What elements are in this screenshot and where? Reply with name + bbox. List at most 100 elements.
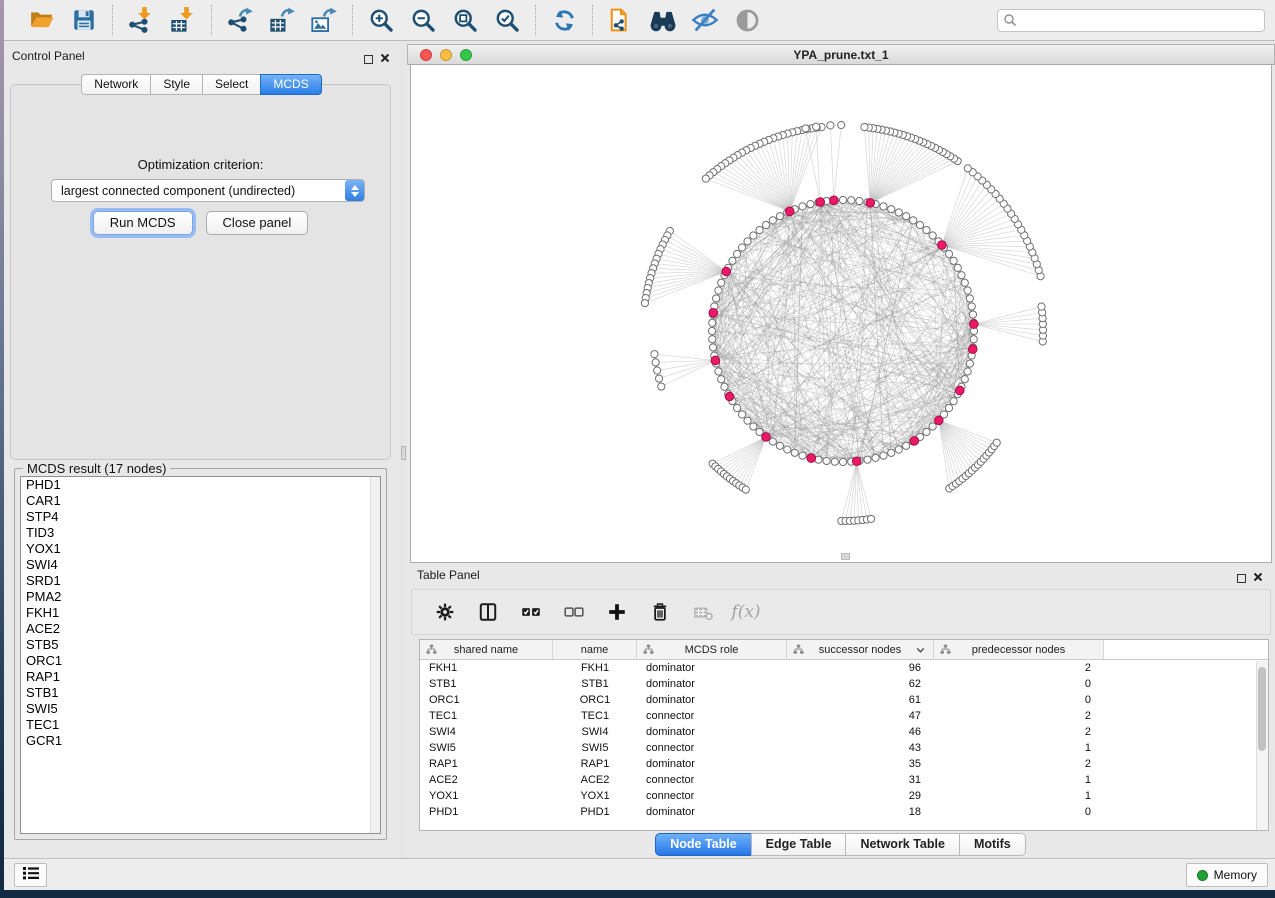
table-row[interactable]: SWI5SWI5connector431 — [420, 740, 1268, 756]
mcds-result-item[interactable]: STB5 — [21, 637, 380, 653]
graph-mcds-hub-node[interactable] — [955, 386, 964, 395]
table-row[interactable]: ORC1ORC1dominator610 — [420, 692, 1268, 708]
graph-ring-node[interactable] — [864, 456, 871, 463]
graph-ring-node[interactable] — [848, 197, 855, 204]
graph-ring-node[interactable] — [895, 209, 902, 216]
tab-mcds[interactable]: MCDS — [260, 74, 321, 95]
graph-ring-node[interactable] — [961, 279, 968, 286]
graph-ring-node[interactable] — [738, 244, 745, 251]
tab-style[interactable]: Style — [150, 74, 203, 95]
mcds-list-scrollbar[interactable] — [370, 477, 380, 833]
graph-leaf-node[interactable] — [1038, 303, 1045, 310]
add-icon[interactable] — [606, 601, 628, 623]
run-mcds-button[interactable]: Run MCDS — [93, 211, 193, 235]
graph-ring-node[interactable] — [923, 226, 930, 233]
graph-ring-node[interactable] — [784, 446, 791, 453]
columns-icon[interactable] — [477, 601, 499, 623]
mcds-result-list[interactable]: PHD1CAR1STP4TID3YOX1SWI4SRD1PMA2FKH1ACE2… — [20, 476, 381, 834]
network-graph[interactable] — [411, 65, 1275, 563]
export-table-icon[interactable] — [266, 5, 298, 35]
graph-ring-node[interactable] — [756, 226, 763, 233]
graph-ring-node[interactable] — [880, 452, 887, 459]
graph-ring-node[interactable] — [923, 428, 930, 435]
save-session-icon[interactable] — [68, 5, 100, 35]
network-canvas[interactable] — [410, 65, 1272, 563]
graph-ring-node[interactable] — [950, 257, 957, 264]
canvas-splitter-grip-icon[interactable] — [841, 553, 850, 560]
graph-mcds-hub-node[interactable] — [725, 392, 734, 401]
graph-leaf-node[interactable] — [742, 486, 749, 493]
graph-ring-node[interactable] — [945, 404, 952, 411]
graph-ring-node[interactable] — [950, 398, 957, 405]
graph-leaf-node[interactable] — [658, 383, 665, 390]
graph-ring-node[interactable] — [839, 196, 846, 203]
mcds-result-item[interactable]: TID3 — [21, 525, 380, 541]
mcds-result-item[interactable]: SRD1 — [21, 573, 380, 589]
graph-ring-node[interactable] — [713, 295, 720, 302]
graph-ring-node[interactable] — [715, 287, 722, 294]
graph-ring-node[interactable] — [964, 287, 971, 294]
graph-leaf-node[interactable] — [652, 359, 659, 366]
column-header-name[interactable]: name — [553, 640, 637, 660]
graph-leaf-node[interactable] — [964, 165, 971, 172]
graph-leaf-node[interactable] — [651, 351, 658, 358]
graph-ring-node[interactable] — [969, 311, 976, 318]
select-all-icon[interactable] — [520, 601, 542, 623]
tab-network[interactable]: Network — [81, 74, 151, 95]
graph-mcds-hub-node[interactable] — [722, 267, 731, 276]
graph-mcds-hub-node[interactable] — [910, 437, 919, 446]
graph-leaf-node[interactable] — [861, 124, 868, 131]
table-row[interactable]: TEC1TEC1connector472 — [420, 708, 1268, 724]
graph-ring-node[interactable] — [872, 454, 879, 461]
graph-ring-node[interactable] — [762, 221, 769, 228]
mcds-result-item[interactable]: PHD1 — [21, 477, 380, 493]
graph-ring-node[interactable] — [718, 279, 725, 286]
graph-ring-node[interactable] — [856, 197, 863, 204]
graph-leaf-node[interactable] — [867, 515, 874, 522]
table-row[interactable]: FKH1FKH1dominator962 — [420, 660, 1268, 676]
graph-mcds-hub-node[interactable] — [852, 457, 861, 466]
table-row[interactable]: ACE2ACE2connector311 — [420, 772, 1268, 788]
close-icon[interactable] — [380, 50, 390, 68]
graph-mcds-hub-node[interactable] — [807, 454, 816, 463]
graph-leaf-node[interactable] — [655, 375, 662, 382]
graph-ring-node[interactable] — [966, 295, 973, 302]
graph-ring-node[interactable] — [910, 217, 917, 224]
graph-ring-node[interactable] — [970, 336, 977, 343]
graph-ring-node[interactable] — [715, 368, 722, 375]
mcds-result-item[interactable]: GCR1 — [21, 733, 380, 749]
graph-ring-node[interactable] — [744, 417, 751, 424]
graph-ring-node[interactable] — [799, 452, 806, 459]
function-icon[interactable]: f(x) — [735, 601, 757, 623]
graph-ring-node[interactable] — [709, 336, 716, 343]
deselect-all-icon[interactable] — [563, 601, 585, 623]
tab-edge-table[interactable]: Edge Table — [751, 833, 847, 856]
graph-ring-node[interactable] — [888, 206, 895, 213]
network-window-titlebar[interactable]: YPA_prune.txt_1 — [407, 44, 1275, 65]
graph-ring-node[interactable] — [769, 217, 776, 224]
graph-mcds-hub-node[interactable] — [866, 199, 875, 208]
task-history-button[interactable] — [14, 863, 47, 887]
graph-leaf-node[interactable] — [802, 125, 809, 132]
graph-ring-node[interactable] — [895, 446, 902, 453]
mcds-result-item[interactable]: TEC1 — [21, 717, 380, 733]
graph-mcds-hub-node[interactable] — [970, 320, 979, 329]
column-header-MCDS-role[interactable]: MCDS role — [637, 640, 787, 660]
graph-ring-node[interactable] — [750, 232, 757, 239]
graph-ring-node[interactable] — [968, 303, 975, 310]
graph-ring-node[interactable] — [966, 360, 973, 367]
graph-ring-node[interactable] — [708, 327, 715, 334]
criterion-dropdown[interactable]: largest connected component (undirected) — [51, 179, 365, 202]
graph-mcds-hub-node[interactable] — [938, 241, 947, 250]
import-table-icon[interactable] — [167, 5, 199, 35]
graph-leaf-node[interactable] — [993, 439, 1000, 446]
graph-ring-node[interactable] — [929, 423, 936, 430]
search-input[interactable] — [997, 9, 1265, 32]
graph-ring-node[interactable] — [964, 368, 971, 375]
graph-mcds-hub-node[interactable] — [830, 196, 839, 205]
memory-button[interactable]: Memory — [1186, 863, 1268, 887]
graph-mcds-hub-node[interactable] — [968, 345, 977, 354]
column-header-predecessor-nodes[interactable]: predecessor nodes — [934, 640, 1104, 660]
zoom-fit-icon[interactable] — [449, 5, 481, 35]
mcds-result-item[interactable]: RAP1 — [21, 669, 380, 685]
